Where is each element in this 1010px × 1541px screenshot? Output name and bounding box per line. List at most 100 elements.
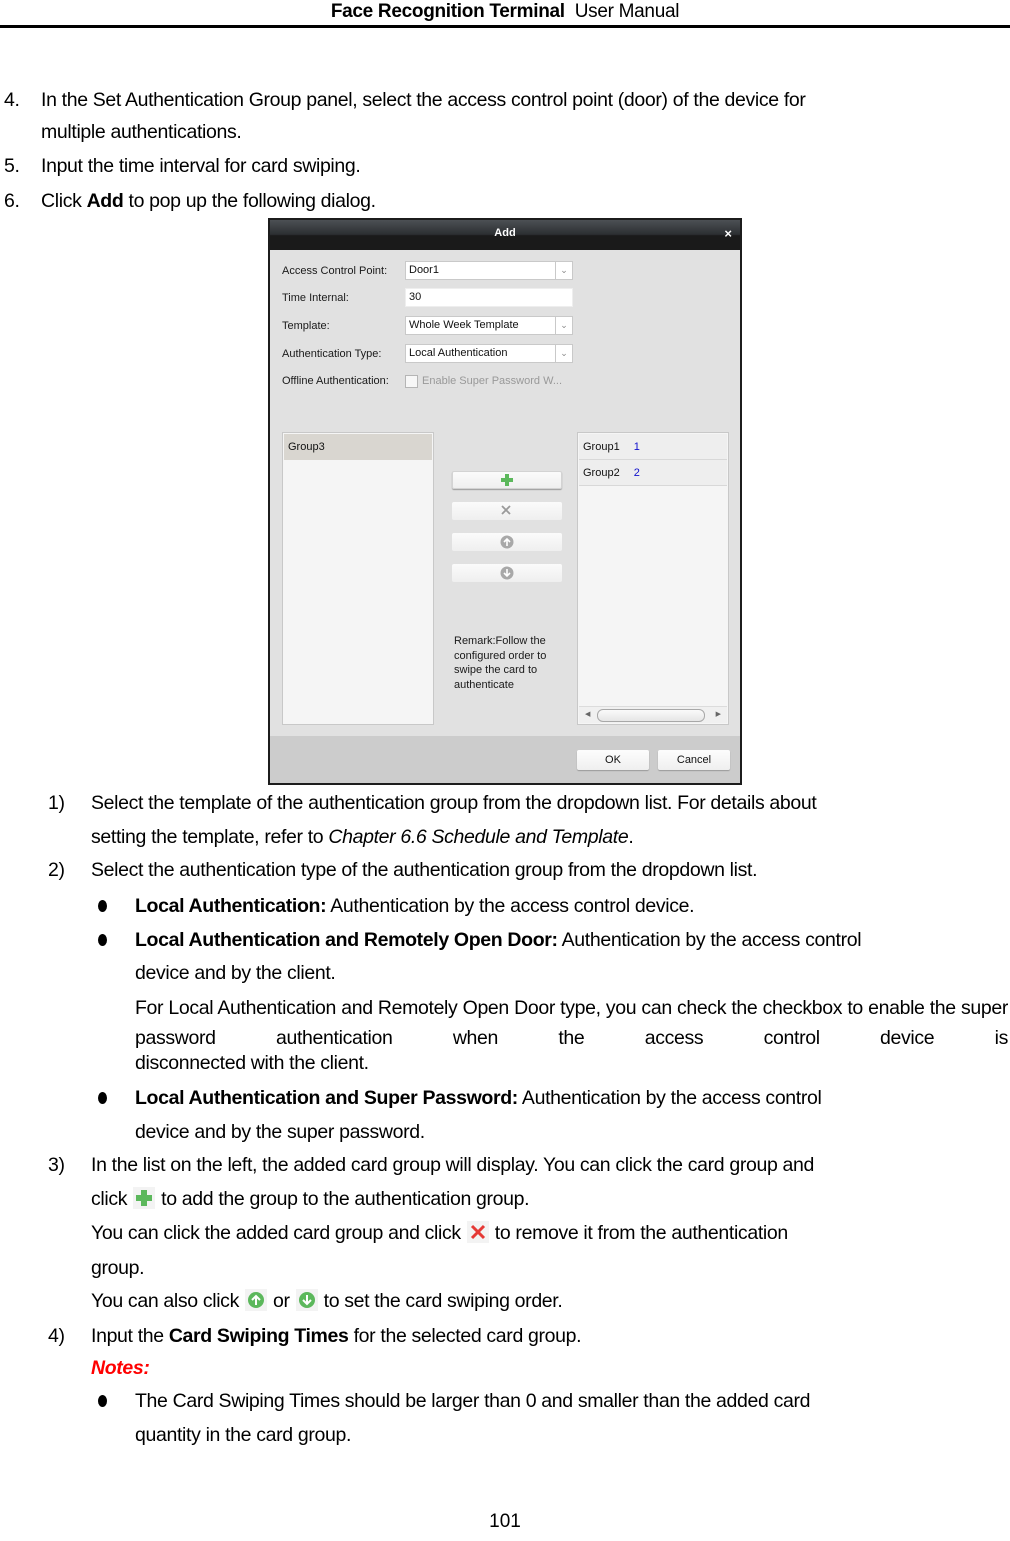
template-label: Template: [282, 320, 330, 332]
access-control-point-label: Access Control Point: [282, 265, 388, 277]
chevron-down-icon[interactable]: ⌄ [555, 317, 572, 334]
bold-add: Add [86, 190, 124, 212]
text: for the selected card group. [348, 1325, 582, 1347]
enable-super-password-label: Enable Super Password W... [422, 375, 563, 387]
page-header: Face Recognition Terminal User Manual [0, 0, 1010, 26]
remark-text: Remark:Follow the configured order to sw… [454, 635, 547, 691]
text: . [628, 826, 634, 848]
text: to set the card swiping order. [323, 1290, 563, 1312]
text: to pop up the following dialog. [123, 190, 377, 212]
scroll-left-icon[interactable]: ◀ [585, 710, 590, 718]
bullet-local-authentication: Local Authentication: Authentication by … [135, 894, 695, 918]
arrow-up-circle-icon [500, 535, 514, 549]
manual-subtitle: User Manual [574, 1, 680, 22]
step-5-number: 5. [4, 155, 20, 177]
chevron-down-icon[interactable]: ⌄ [555, 262, 572, 279]
plus-icon [133, 1187, 156, 1209]
text: to remove it from the authentication [494, 1222, 788, 1244]
bullet-super-password: Local Authentication and Super Password:… [135, 1086, 822, 1110]
ok-button[interactable]: OK [577, 750, 649, 770]
step-4: 4. [4, 88, 20, 112]
x-icon [466, 1221, 489, 1243]
access-control-point-select[interactable]: Door1 ⌄ [405, 261, 573, 280]
authentication-type-label: Authentication Type: [282, 348, 382, 360]
time-internal-input[interactable]: 30 [405, 288, 573, 307]
template-select[interactable]: Whole Week Template ⌄ [405, 316, 573, 335]
authentication-type-select[interactable]: Local Authentication ⌄ [405, 344, 573, 363]
manual-title: Face Recognition Terminal [330, 1, 565, 22]
bullet-icon [98, 934, 107, 946]
notes-label: Notes: [91, 1357, 150, 1379]
substep-1-number: 1) [48, 792, 65, 814]
list-item[interactable]: Group3 [284, 434, 432, 460]
definition: Authentication by the access control [517, 1087, 822, 1109]
substep-3-line-2: click to add the group to the authenticat… [91, 1187, 530, 1211]
enable-super-password-checkbox[interactable] [405, 375, 418, 388]
selected-value: Whole Week Template [409, 319, 519, 331]
move-up-button[interactable] [452, 533, 562, 551]
move-down-button[interactable] [452, 564, 562, 582]
text: Input the [91, 1325, 169, 1347]
group-name: Group2 [583, 467, 620, 479]
close-icon[interactable]: × [724, 226, 732, 241]
substep-2-number: 2) [48, 859, 65, 881]
x-icon [501, 505, 511, 515]
bullet-icon [98, 1395, 107, 1407]
page-number: 101 [489, 1511, 521, 1532]
substep-1-line-1: Select the template of the authenticatio… [91, 792, 817, 814]
dialog-titlebar: Add × [270, 220, 740, 250]
text: setting the template, refer to [91, 826, 329, 848]
step-number: 4. [4, 89, 20, 111]
arrow-up-circle-icon [245, 1289, 267, 1311]
add-dialog: Add × Access Control Point: Door1 ⌄ Time… [268, 218, 742, 785]
plus-icon [501, 474, 513, 486]
note-1-line-2: quantity in the card group. [135, 1424, 352, 1446]
group-name: Group1 [583, 441, 620, 453]
bullet-super-password-line-2: device and by the super password. [135, 1121, 425, 1143]
offline-authentication-label: Offline Authentication: [282, 375, 389, 387]
arrow-down-circle-icon [500, 566, 514, 580]
scroll-right-icon[interactable]: ▶ [716, 710, 721, 718]
substep-1-line-2: setting the template, refer to Chapter 6… [91, 825, 634, 849]
dialog-title: Add [494, 227, 516, 239]
definition: Authentication by the access control dev… [326, 895, 695, 917]
card-swiping-times[interactable]: 2 [634, 467, 640, 479]
arrow-down-circle-icon [295, 1289, 318, 1311]
text: click [91, 1188, 128, 1210]
chapter-reference: Chapter 6.6 Schedule and Template [328, 826, 629, 848]
scrollbar-thumb[interactable] [597, 709, 705, 722]
bullet-remote-open-door-line-2: device and by the client. [135, 962, 336, 984]
substep-4-number: 4) [48, 1325, 65, 1347]
substep-3-line-4: group. [91, 1257, 145, 1279]
text: You can click the added card group and c… [91, 1222, 461, 1244]
text: to add the group to the authentication g… [161, 1188, 530, 1210]
step-6-number: 6. [4, 190, 20, 212]
term: Local Authentication and Remotely Open D… [135, 929, 558, 951]
card-swiping-times[interactable]: 1 [634, 441, 640, 453]
remote-open-door-paragraph-last: disconnected with the client. [135, 1052, 369, 1074]
bullet-icon [98, 1092, 107, 1104]
selected-groups-list[interactable]: Group1 1 Group2 2 ◀ ▶ [577, 432, 729, 725]
step-6-text: Click Add to pop up the following dialog… [41, 189, 376, 213]
horizontal-scrollbar[interactable]: ◀ ▶ [579, 706, 727, 723]
list-item[interactable]: Group1 1 [579, 434, 727, 460]
substep-3-line-3: You can click the added card group and c… [91, 1221, 788, 1245]
list-item[interactable]: Group2 2 [579, 460, 727, 486]
chevron-down-icon[interactable]: ⌄ [555, 345, 572, 362]
text: Click [41, 190, 87, 212]
step-4-line-2: multiple authentications. [41, 121, 242, 143]
time-internal-label: Time Internal: [282, 292, 349, 304]
substep-4-text: Input the Card Swiping Times for the sel… [91, 1324, 582, 1348]
step-5-text: Input the time interval for card swiping… [41, 155, 361, 177]
available-groups-list[interactable]: Group3 [282, 432, 434, 725]
remove-group-button[interactable] [452, 502, 562, 520]
term: Local Authentication and Super Password: [135, 1087, 518, 1109]
bullet-remote-open-door: Local Authentication and Remotely Open D… [135, 928, 862, 952]
term: Local Authentication: [135, 895, 327, 917]
substep-3-line-5: You can also click or to set the card swip… [91, 1289, 563, 1313]
bullet-icon [98, 900, 107, 912]
remote-open-door-paragraph: For Local Authentication and Remotely Op… [135, 997, 1008, 1049]
add-group-button[interactable] [452, 471, 562, 489]
term: Card Swiping Times [168, 1325, 349, 1347]
cancel-button[interactable]: Cancel [658, 750, 730, 770]
